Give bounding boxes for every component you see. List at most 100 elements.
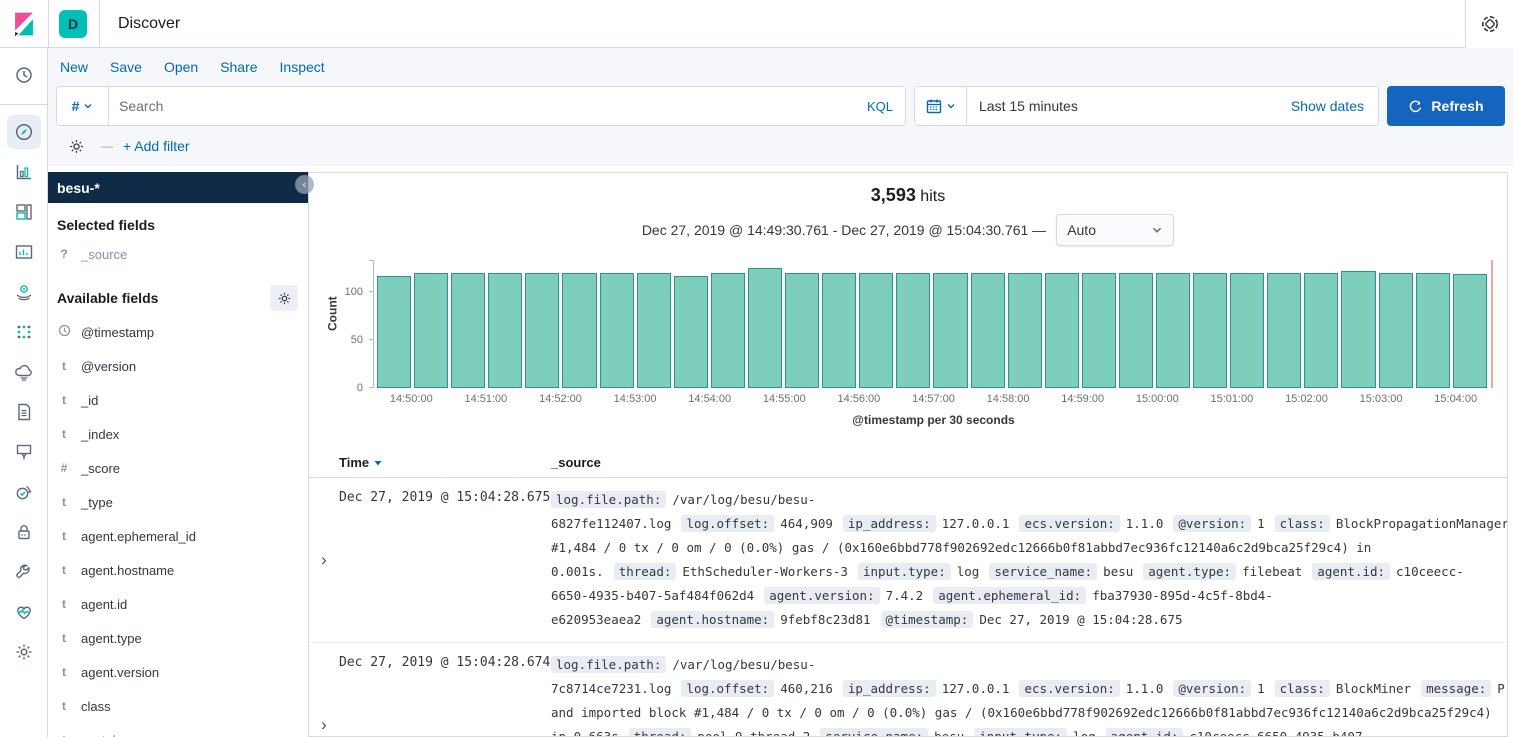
histogram-bar[interactable]: [1156, 273, 1190, 388]
field-key-badge[interactable]: agent.version:: [764, 587, 879, 604]
field-key-badge[interactable]: input.type:: [974, 728, 1067, 737]
histogram-bar[interactable]: [525, 273, 559, 388]
show-dates-button[interactable]: Show dates: [1277, 87, 1378, 125]
nav-infrastructure[interactable]: [7, 355, 41, 389]
histogram-bar[interactable]: [859, 273, 893, 388]
refresh-button[interactable]: Refresh: [1387, 86, 1505, 126]
histogram-bar[interactable]: [1230, 273, 1264, 388]
nav-stack-monitoring[interactable]: [7, 595, 41, 629]
menu-item-inspect[interactable]: Inspect: [280, 59, 325, 75]
nav-canvas[interactable]: [7, 235, 41, 269]
field-key-badge[interactable]: class:: [1275, 515, 1330, 532]
field-item-class[interactable]: tclass: [57, 689, 308, 723]
nav-apm[interactable]: [7, 435, 41, 469]
histogram-bar[interactable]: [896, 273, 930, 388]
field-key-badge[interactable]: message:: [1421, 680, 1491, 697]
field-key-badge[interactable]: ip_address:: [843, 680, 936, 697]
histogram-bar[interactable]: [451, 273, 485, 388]
histogram-bar[interactable]: [414, 273, 448, 388]
filter-options-gear-button[interactable]: [62, 137, 91, 156]
search-input[interactable]: [109, 87, 855, 125]
field-key-badge[interactable]: ip_address:: [843, 515, 936, 532]
field-key-badge[interactable]: thread:: [614, 563, 677, 580]
field-settings-gear-button[interactable]: [270, 285, 298, 311]
histogram-bar[interactable]: [1193, 273, 1227, 388]
histogram-bar[interactable]: [1341, 271, 1375, 388]
field-key-badge[interactable]: class:: [1275, 680, 1330, 697]
nav-machine-learning[interactable]: [7, 315, 41, 349]
nav-dashboard[interactable]: [7, 195, 41, 229]
menu-item-save[interactable]: Save: [110, 59, 142, 75]
interval-select[interactable]: Auto: [1056, 214, 1174, 246]
histogram-bar[interactable]: [1008, 273, 1042, 388]
histogram-bar[interactable]: [822, 273, 856, 388]
sort-descending-icon[interactable]: [373, 458, 383, 467]
field-item-container[interactable]: tcontainer: [57, 723, 308, 737]
histogram-bar[interactable]: [562, 273, 596, 388]
time-range-value[interactable]: Last 15 minutes: [967, 87, 1277, 125]
field-key-badge[interactable]: ecs.version:: [1019, 515, 1119, 532]
field-key-badge[interactable]: @timestamp:: [881, 611, 974, 628]
histogram-bar[interactable]: [1045, 273, 1079, 388]
nav-logs[interactable]: [7, 395, 41, 429]
kql-button[interactable]: KQL: [855, 87, 905, 125]
menu-item-new[interactable]: New: [60, 59, 88, 75]
field-item-agent.id[interactable]: tagent.id: [57, 587, 308, 621]
field-key-badge[interactable]: agent.ephemeral_id:: [933, 587, 1086, 604]
field-item-_index[interactable]: t_index: [57, 417, 308, 451]
menu-item-open[interactable]: Open: [164, 59, 198, 75]
field-item-_type[interactable]: t_type: [57, 485, 308, 519]
field-item-agent.type[interactable]: tagent.type: [57, 621, 308, 655]
histogram-bar[interactable]: [1304, 273, 1338, 388]
field-key-badge[interactable]: log.file.path:: [551, 491, 666, 508]
field-key-badge[interactable]: log.file.path:: [551, 656, 666, 673]
histogram-bar[interactable]: [1082, 273, 1116, 388]
nav-uptime[interactable]: [7, 475, 41, 509]
field-key-badge[interactable]: agent.id:: [1312, 563, 1390, 580]
histogram-bar[interactable]: [785, 273, 819, 388]
field-item-agent.hostname[interactable]: tagent.hostname: [57, 553, 308, 587]
space-badge[interactable]: D: [59, 10, 87, 38]
histogram-bar[interactable]: [933, 273, 967, 388]
saved-query-menu-button[interactable]: #: [57, 87, 109, 125]
kibana-logo[interactable]: [0, 0, 49, 48]
histogram-bar[interactable]: [1267, 273, 1301, 388]
nav-siem[interactable]: [7, 515, 41, 549]
date-quick-select-button[interactable]: [915, 87, 967, 125]
collapse-sidebar-button[interactable]: [295, 175, 314, 194]
index-pattern-selector[interactable]: besu-*: [48, 172, 308, 203]
histogram-bar[interactable]: [637, 273, 671, 388]
field-item-_source[interactable]: ?_source: [57, 237, 308, 271]
field-item-agent.ephemeral_id[interactable]: tagent.ephemeral_id: [57, 519, 308, 553]
histogram-bar[interactable]: [377, 276, 411, 388]
histogram-bar[interactable]: [674, 276, 708, 388]
histogram-bar[interactable]: [1453, 274, 1487, 388]
field-key-badge[interactable]: @version:: [1173, 680, 1251, 697]
field-item-_id[interactable]: t_id: [57, 383, 308, 417]
histogram-bar[interactable]: [711, 273, 745, 388]
nav-maps[interactable]: [7, 275, 41, 309]
field-item-@version[interactable]: t@version: [57, 349, 308, 383]
field-key-badge[interactable]: service_name:: [989, 563, 1097, 580]
histogram-bar[interactable]: [1416, 273, 1450, 388]
histogram-bar[interactable]: [488, 273, 522, 388]
nav-discover[interactable]: [7, 115, 41, 149]
histogram-bar[interactable]: [971, 273, 1005, 388]
histogram-bar[interactable]: [600, 273, 634, 388]
add-filter-button[interactable]: + Add filter: [123, 138, 190, 154]
nav-management[interactable]: [7, 635, 41, 669]
histogram-bar[interactable]: [748, 268, 782, 388]
expand-row-button[interactable]: ›: [309, 488, 339, 632]
time-column-header[interactable]: Time: [339, 455, 369, 470]
field-key-badge[interactable]: agent.type:: [1143, 563, 1236, 580]
field-key-badge[interactable]: service_name:: [820, 728, 928, 737]
field-key-badge[interactable]: ecs.version:: [1019, 680, 1119, 697]
field-key-badge[interactable]: agent.hostname:: [651, 611, 774, 628]
nav-recent[interactable]: [7, 58, 41, 92]
field-key-badge[interactable]: thread:: [629, 728, 692, 737]
nav-visualize[interactable]: [7, 155, 41, 189]
histogram-bar[interactable]: [1119, 273, 1153, 388]
field-key-badge[interactable]: agent.id:: [1106, 728, 1184, 737]
field-key-badge[interactable]: input.type:: [858, 563, 951, 580]
nav-dev-tools[interactable]: [7, 555, 41, 589]
